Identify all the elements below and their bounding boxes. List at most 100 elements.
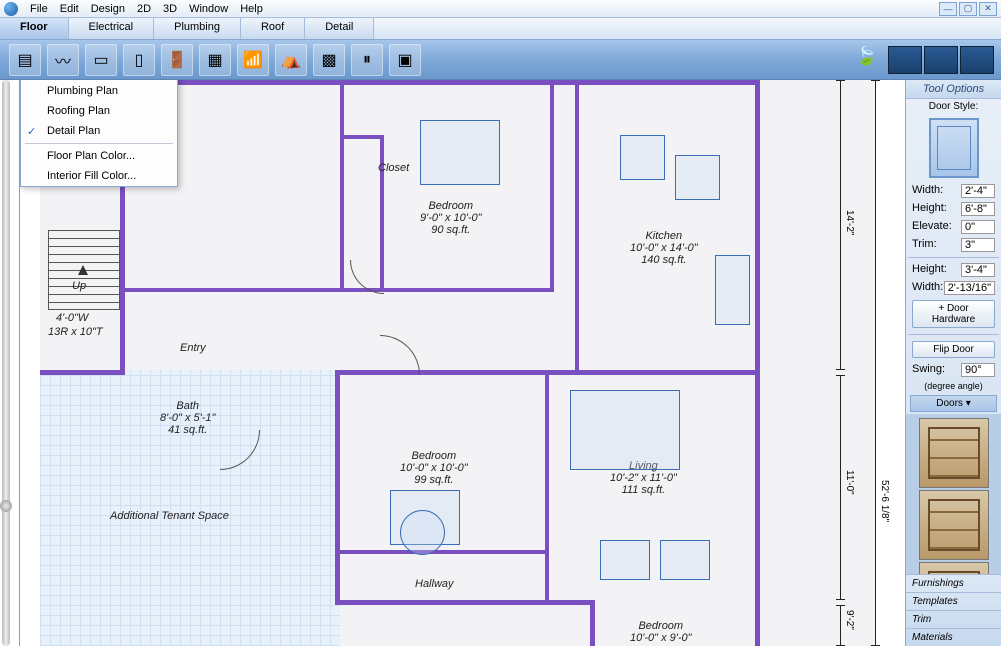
footer-furnishings[interactable]: Furnishings: [906, 574, 1001, 592]
tool-wall-icon[interactable]: ▭: [85, 44, 117, 76]
eco-icon[interactable]: 🍃: [855, 46, 883, 74]
tool-window-icon[interactable]: ▦: [199, 44, 231, 76]
maximize-button[interactable]: ▢: [959, 2, 977, 16]
tab-floor[interactable]: Floor: [0, 18, 69, 39]
height-label: Height:: [912, 202, 947, 216]
elevate-label: Elevate:: [912, 220, 952, 234]
footer-materials[interactable]: Materials: [906, 628, 1001, 646]
height2-label: Height:: [912, 263, 947, 277]
width-label: Width:: [912, 184, 943, 198]
menu-window[interactable]: Window: [183, 1, 234, 17]
tool-cabinet-icon[interactable]: ▣: [389, 44, 421, 76]
door-thumb[interactable]: [919, 562, 989, 574]
door-thumb[interactable]: [919, 490, 989, 560]
chair-icon: [600, 540, 650, 580]
floorplan-canvas[interactable]: Up 4'-0"W 13R x 10"T Closet Bedroom9'-0"…: [20, 80, 905, 646]
hallway-label: Hallway: [415, 578, 454, 590]
dd-roofing-plan[interactable]: Roofing Plan: [21, 101, 177, 121]
tool-grid-icon[interactable]: ▩: [313, 44, 345, 76]
vertical-ruler: [0, 80, 20, 646]
dim-11-0: 11'-0": [844, 470, 855, 495]
dd-floorplan-color[interactable]: Floor Plan Color...: [21, 146, 177, 166]
view-blueprint-icon[interactable]: [888, 46, 922, 74]
kitchen-label: Kitchen10'-0" x 14'-0"140 sq.ft.: [630, 230, 698, 266]
trim-label: Trim:: [912, 238, 937, 252]
dd-plumbing-plan[interactable]: Plumbing Plan: [21, 81, 177, 101]
close-button[interactable]: ✕: [979, 2, 997, 16]
energy-slider-thumb[interactable]: [0, 500, 12, 512]
door-style-preview[interactable]: [929, 118, 979, 178]
bed-icon: [420, 120, 500, 185]
width2-input[interactable]: 2'-13/16": [944, 281, 995, 295]
door-style-label: Door Style:: [906, 99, 1001, 114]
stairs-run: 13R x 10"T: [48, 326, 103, 338]
panel-title: Tool Options: [906, 80, 1001, 99]
dimension-line-total: [875, 80, 876, 646]
closet-label: Closet: [378, 162, 409, 174]
swing-input[interactable]: 90°: [961, 363, 995, 377]
menu-file[interactable]: File: [24, 1, 54, 17]
view-3d-icon[interactable]: [960, 46, 994, 74]
door-thumbnails: [906, 414, 1001, 574]
fridge-icon: [715, 255, 750, 325]
dim-9-2: 9'-2": [844, 610, 855, 630]
tool-roof-icon[interactable]: ⛺: [275, 44, 307, 76]
tool-panel-icon[interactable]: ▯: [123, 44, 155, 76]
tool-curtain-icon[interactable]: ⏸: [351, 44, 383, 76]
menu-3d[interactable]: 3D: [157, 1, 183, 17]
flip-door-button[interactable]: Flip Door: [912, 341, 995, 358]
dimension-line: [840, 80, 841, 370]
tenant-label: Additional Tenant Space: [110, 510, 229, 522]
tool-curve-icon[interactable]: 〰: [47, 44, 79, 76]
tab-roof[interactable]: Roof: [241, 18, 305, 39]
footer-templates[interactable]: Templates: [906, 592, 1001, 610]
trim-input[interactable]: 3": [961, 238, 995, 252]
tool-options-panel: Tool Options Door Style: Width: 2'-4" Hei…: [905, 80, 1001, 646]
stairs-up-label: Up: [72, 280, 86, 292]
menubar: File Edit Design 2D 3D Window Help — ▢ ✕: [0, 0, 1001, 18]
menu-2d[interactable]: 2D: [131, 1, 157, 17]
tab-electrical[interactable]: Electrical: [69, 18, 155, 39]
energy-slider-track[interactable]: [2, 80, 10, 646]
workspace: Up 4'-0"W 13R x 10"T Closet Bedroom9'-0"…: [0, 80, 1001, 646]
bath-label: Bath8'-0" x 5'-1"41 sq.ft.: [160, 400, 215, 436]
swing-label: Swing:: [912, 363, 945, 377]
view-plan-icon[interactable]: [924, 46, 958, 74]
footer-trim[interactable]: Trim: [906, 610, 1001, 628]
width-input[interactable]: 2'-4": [961, 184, 995, 198]
bedroom3-label: Bedroom10'-0" x 9'-0": [630, 620, 692, 644]
tool-stairs3d-icon[interactable]: 📶: [237, 44, 269, 76]
minimize-button[interactable]: —: [939, 2, 957, 16]
appliance-icon: [675, 155, 720, 200]
door-hardware-button[interactable]: + Door Hardware: [912, 300, 995, 328]
dimension-line: [840, 375, 841, 600]
entry-label: Entry: [180, 342, 206, 354]
menu-edit[interactable]: Edit: [54, 1, 85, 17]
width2-label: Width:: [912, 281, 943, 295]
bedroom1-label: Bedroom9'-0" x 10'-0"90 sq.ft.: [420, 200, 482, 236]
dd-interior-fill-color[interactable]: Interior Fill Color...: [21, 166, 177, 186]
appliance-icon: [620, 135, 665, 180]
stairs-width: 4'-0"W: [56, 312, 88, 324]
dimension-line: [840, 605, 841, 646]
elevate-input[interactable]: 0": [961, 220, 995, 234]
tool-stairs-icon[interactable]: ▤: [9, 44, 41, 76]
doors-dropdown[interactable]: Doors ▾: [910, 395, 997, 412]
swing-note: (degree angle): [906, 379, 1001, 393]
plan-tabs: Floor Electrical Plumbing Roof Detail: [0, 18, 1001, 40]
door-thumb[interactable]: [919, 418, 989, 488]
dd-detail-plan[interactable]: ✓Detail Plan: [21, 121, 177, 141]
dim-total: 52'-6 1/8": [879, 480, 890, 522]
menu-design[interactable]: Design: [85, 1, 131, 17]
dim-14-2: 14'-2": [844, 210, 855, 235]
tab-detail[interactable]: Detail: [305, 18, 374, 39]
height-input[interactable]: 6'-8": [961, 202, 995, 216]
floor-dropdown: ✓Floor Plan Electrical Plan Plumbing Pla…: [20, 80, 178, 187]
menu-help[interactable]: Help: [234, 1, 269, 17]
app-logo-icon: [4, 2, 18, 16]
height2-input[interactable]: 3'-4": [961, 263, 995, 277]
table-icon: [400, 510, 445, 555]
tab-plumbing[interactable]: Plumbing: [154, 18, 241, 39]
tool-door-icon[interactable]: 🚪: [161, 44, 193, 76]
bedroom2-label: Bedroom10'-0" x 10'-0"99 sq.ft.: [400, 450, 468, 486]
